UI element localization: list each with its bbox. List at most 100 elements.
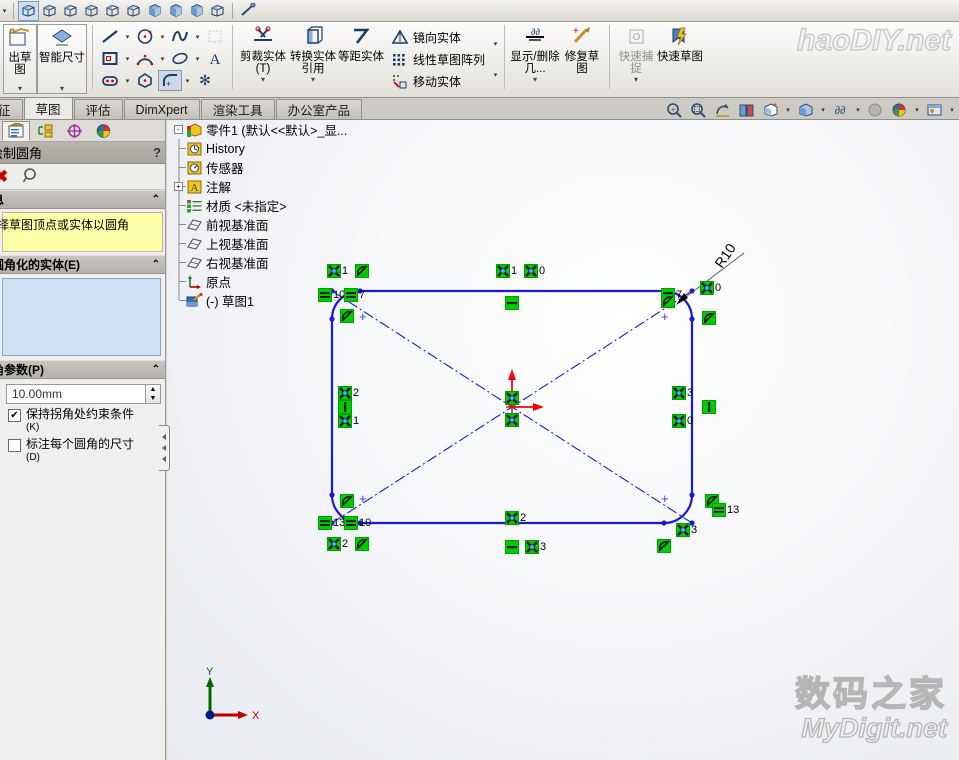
measure-icon[interactable] [237, 1, 258, 21]
constraint-badge[interactable]: 10 [344, 516, 371, 530]
message-section-header[interactable]: 息 ⌃ [0, 190, 165, 209]
previous-view-icon[interactable] [712, 100, 733, 119]
trim-entities-dropdown[interactable]: ▾ [238, 75, 288, 84]
line-tool-dropdown[interactable]: ▾ [123, 27, 132, 47]
display-delete-relations-button[interactable]: ∂∂ 显示/删除几... ▾ [510, 24, 560, 84]
tree-item-origin[interactable]: 原点 [172, 272, 372, 291]
constraint-badge[interactable]: 3 [676, 523, 697, 537]
chevron-up-icon[interactable]: ⌃ [152, 364, 160, 375]
dimension-each-fillet-checkbox[interactable] [8, 439, 21, 452]
stepper-up-icon[interactable]: ▲ [146, 385, 160, 394]
linear-sketch-pattern-button[interactable]: 线性草图阵列 [389, 49, 487, 71]
parameters-section-header[interactable]: 角参数(P) ⌃ [0, 360, 165, 379]
help-button[interactable] [22, 167, 39, 187]
keep-constrained-corners-row[interactable]: ✔ 保持拐角处约束条件 (K) [8, 408, 161, 434]
polygon-tool[interactable] [133, 70, 157, 91]
constraint-badge[interactable]: 2 [505, 511, 526, 525]
view-shaded-2[interactable] [165, 1, 186, 21]
tab-sketch[interactable]: 草图 [24, 97, 73, 119]
offset-entities-button[interactable]: 等距实体 [338, 24, 384, 63]
tab-evaluate[interactable]: 评估 [74, 99, 123, 119]
arc-tool-dropdown[interactable]: ▾ [158, 49, 167, 69]
fillet-radius-stepper[interactable]: ▲ ▼ [146, 384, 161, 404]
pm-tab-configuration-manager[interactable] [60, 121, 88, 141]
view-orientation-dropdown[interactable]: ▾ [784, 106, 792, 114]
mirror-entities-button[interactable]: 镜向实体 [389, 27, 463, 49]
slot-tool[interactable] [98, 70, 122, 91]
rapid-sketch-button[interactable]: 快速草图 [657, 24, 703, 63]
rectangle-tool[interactable] [98, 48, 122, 69]
constraint-badge[interactable] [340, 494, 354, 508]
help-glyph[interactable]: ? [153, 145, 161, 160]
circle-tool[interactable] [133, 26, 157, 47]
constraint-badge[interactable]: 1 [496, 264, 517, 278]
keep-constrained-corners-checkbox[interactable]: ✔ [8, 409, 21, 422]
sketch-button[interactable]: 出草图 ▾ [3, 24, 37, 94]
tab-render-tools[interactable]: 渲染工具 [201, 99, 275, 119]
fillet-entities-listbox[interactable] [2, 278, 161, 356]
constraint-badge[interactable] [657, 539, 671, 553]
smart-dimension-button[interactable]: 智能尺寸 ▾ [37, 24, 87, 94]
repair-sketch-button[interactable]: + 修复草图 [560, 24, 604, 75]
ellipse-tool[interactable] [168, 48, 192, 69]
tab-features[interactable]: 征 [0, 99, 23, 119]
quick-snaps-button[interactable]: 快速捕捉 ▾ [615, 24, 657, 84]
point-tool[interactable]: ✻ [193, 70, 217, 91]
convert-entities-dropdown[interactable]: ▾ [288, 75, 338, 84]
sketch-dropdown[interactable]: ▾ [4, 84, 36, 93]
tree-item-top-plane[interactable]: 上视基准面 [172, 234, 372, 253]
tree-expander-icon[interactable]: - [174, 125, 183, 134]
chevron-up-icon[interactable]: ⌃ [152, 194, 160, 205]
constraint-badge[interactable] [505, 296, 519, 310]
view-trimetric[interactable] [39, 1, 60, 21]
dimension-each-fillet-row[interactable]: 标注每个圆角的尺寸 (D) [8, 438, 161, 464]
constraint-badge[interactable]: 1 [338, 414, 359, 428]
view-shaded-3[interactable] [186, 1, 207, 21]
constraint-badge[interactable]: 13 [712, 503, 739, 517]
text-tool[interactable]: A [203, 48, 227, 69]
fillet-tool[interactable]: + [158, 70, 182, 91]
tab-dimxpert[interactable]: DimXpert [124, 99, 200, 119]
edit-appearance-icon[interactable] [865, 100, 886, 119]
smart-dimension-dropdown[interactable]: ▾ [38, 84, 86, 93]
tree-item-history[interactable]: History [172, 139, 372, 158]
view-dimetric[interactable] [60, 1, 81, 21]
quick-snaps-dropdown[interactable]: ▾ [615, 75, 657, 84]
pm-tab-display-manager[interactable] [89, 121, 117, 141]
line-tool[interactable] [98, 26, 122, 47]
constraint-badge[interactable]: 0 [524, 264, 545, 278]
view-isometric[interactable] [18, 1, 39, 21]
view-section[interactable] [207, 1, 228, 21]
pm-tab-property-manager[interactable] [31, 121, 59, 141]
hide-show-items-icon[interactable]: ∂∂ [830, 100, 851, 119]
tree-item-sketch1[interactable]: (-) 草图1 [172, 291, 372, 310]
tree-item-material[interactable]: 材质 <未指定> [172, 196, 372, 215]
view-toolbar-overflow[interactable]: ▾ [0, 1, 9, 21]
constraint-badge[interactable]: 3 [672, 386, 693, 400]
constraint-badge[interactable]: 0 [672, 414, 693, 428]
tree-item-annotations[interactable]: +A注解 [172, 177, 372, 196]
tab-office-products[interactable]: 办公室产品 [276, 99, 363, 119]
tree-expander-icon[interactable]: + [174, 182, 183, 191]
tools-overflow-2[interactable]: ▾ [491, 65, 500, 85]
display-style-dropdown[interactable]: ▾ [819, 106, 827, 114]
slot-tool-dropdown[interactable]: ▾ [123, 71, 132, 91]
constraint-badge[interactable] [702, 311, 716, 325]
hide-show-items-dropdown[interactable]: ▾ [854, 106, 862, 114]
view-orientation-icon[interactable]: + [760, 100, 781, 119]
tree-item-right-plane[interactable]: 右视基准面 [172, 253, 372, 272]
trim-entities-button[interactable]: 剪裁实体(T) ▾ [238, 24, 288, 84]
zoom-to-fit-icon[interactable]: + [664, 100, 685, 119]
ellipse-tool-dropdown[interactable]: ▾ [193, 49, 202, 69]
constraint-badge[interactable] [702, 400, 716, 414]
arc-tool[interactable] [133, 48, 157, 69]
constraint-badge[interactable] [505, 540, 519, 554]
constraint-badge[interactable] [355, 537, 369, 551]
constraint-badge[interactable] [505, 413, 519, 427]
zoom-to-area-icon[interactable] [688, 100, 709, 119]
constraint-badge[interactable] [340, 309, 354, 323]
fillet-tool-dropdown[interactable]: ▾ [183, 71, 192, 91]
constraint-badge[interactable]: 3 [525, 540, 546, 554]
display-delete-relations-dropdown[interactable]: ▾ [510, 75, 560, 84]
radius-dimension-label[interactable]: R10 [711, 240, 739, 270]
